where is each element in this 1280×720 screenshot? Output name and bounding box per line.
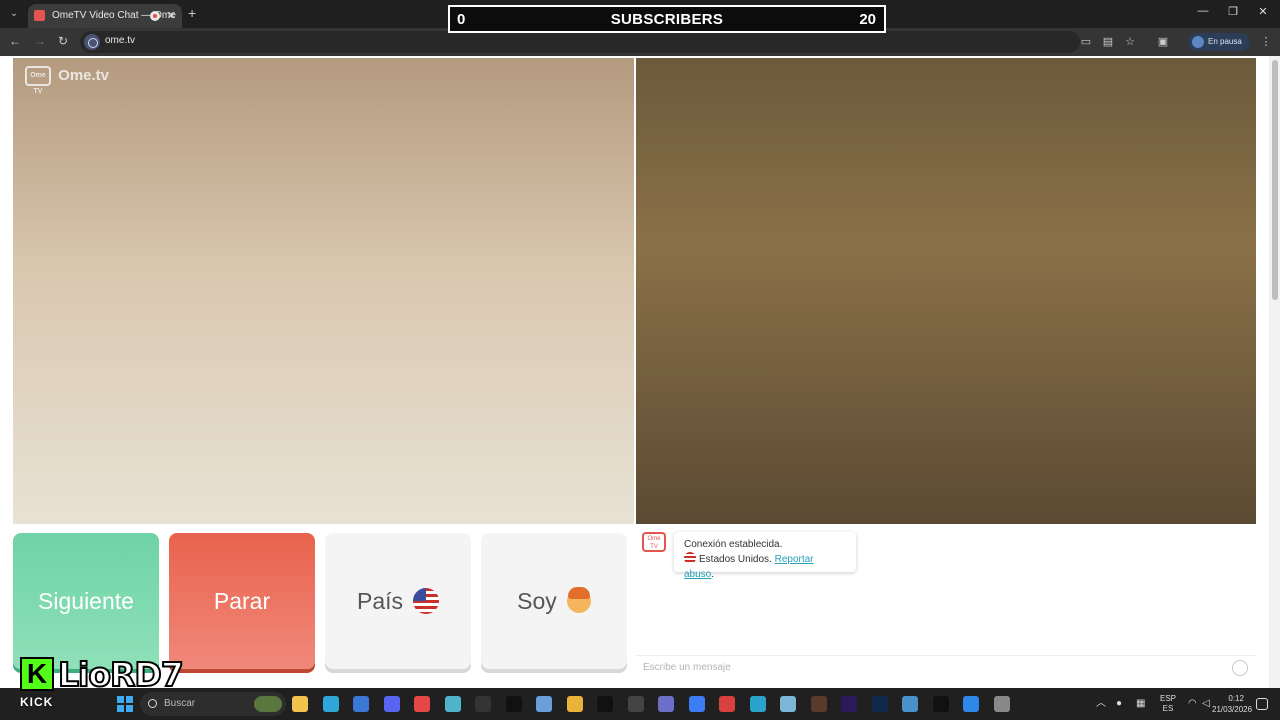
streamer-name: LioRD7	[57, 654, 185, 695]
url-text: ome.tv	[105, 35, 136, 46]
gender-select-button[interactable]: Soy	[481, 533, 627, 669]
app-dots-icon[interactable]	[627, 696, 644, 712]
reload-icon[interactable]: ↻	[58, 34, 68, 48]
epic-icon[interactable]	[475, 696, 491, 712]
us-flag-icon	[413, 588, 440, 614]
ometv-chat-avatar-icon: Ome TV	[642, 532, 666, 552]
premiere-icon[interactable]	[841, 696, 857, 712]
microphone-icon[interactable]: ●	[1116, 699, 1122, 709]
lang-top: ESP	[1160, 694, 1177, 703]
app-circle-icon[interactable]	[963, 696, 979, 712]
restore-icon[interactable]: ❐	[1218, 5, 1248, 18]
next-button[interactable]: Siguiente	[13, 533, 159, 669]
boy-emoji-icon	[566, 587, 591, 613]
file-explorer-icon[interactable]	[292, 696, 308, 712]
url-input[interactable]: ome.tv	[80, 31, 1080, 53]
ometv-watermark: Ome TV Ome.tv	[25, 66, 110, 95]
new-tab-button[interactable]: +	[188, 5, 196, 21]
menu-kebab-icon[interactable]: ⋮	[1260, 36, 1272, 48]
extensions-icon[interactable]: ▣	[1157, 36, 1169, 48]
ometv-favicon-icon	[34, 10, 45, 21]
volume-icon[interactable]: ◁	[1202, 699, 1210, 709]
gender-button-label: Soy	[517, 587, 557, 614]
translate-icon[interactable]: ▤	[1102, 36, 1114, 48]
partner-country-line: Estados Unidos. Reportar abuso.	[684, 552, 846, 582]
country-button-label: País	[356, 587, 404, 614]
photos-icon[interactable]	[444, 696, 461, 712]
tab-ometv[interactable]: OmeTV Video Chat — Ome ✕	[28, 4, 182, 28]
capcut-icon[interactable]	[505, 696, 522, 712]
app-window-icon[interactable]	[536, 696, 552, 712]
game-icon[interactable]	[810, 696, 827, 712]
ometv-logo-text: Ome.tv	[58, 66, 110, 84]
tab-search-icon[interactable]: ⌄	[6, 6, 22, 22]
streamer-brand-overlay: K KICK LioRD7	[20, 654, 190, 715]
country-filter-button[interactable]: País	[325, 533, 471, 669]
notification-icon[interactable]	[1256, 698, 1268, 710]
app-icon[interactable]	[414, 696, 430, 712]
discord-icon[interactable]	[383, 696, 400, 712]
profile-status-label: En pausa	[1208, 37, 1242, 46]
windows-taskbar: Buscar ︿ ● ▦ ESP ES ◠ ◁ 0:12 21/03/2026	[0, 688, 1280, 720]
profile-avatar	[1192, 36, 1204, 48]
scrollbar-thumb[interactable]	[1272, 60, 1278, 300]
subscriber-goal-overlay: 0 SUBSCRIBERS 20	[448, 5, 886, 33]
cast-icon[interactable]: ▭	[1080, 36, 1092, 48]
app-red-icon[interactable]	[719, 696, 735, 712]
system-clock[interactable]: 0:12 21/03/2026	[1212, 693, 1253, 715]
app-blue-icon[interactable]	[688, 696, 705, 712]
partner-video: Ome TV Ome.tv	[13, 58, 634, 524]
ometv-logo-icon: Ome TV	[25, 66, 51, 95]
chrome-icon[interactable]	[566, 696, 583, 712]
keyboard-icon[interactable]: ▦	[1136, 699, 1145, 709]
site-info-icon[interactable]	[84, 34, 100, 50]
self-video	[636, 58, 1256, 524]
tiktok-icon[interactable]	[597, 696, 613, 712]
system-message: Conexión establecida. Estados Unidos. Re…	[674, 532, 856, 580]
kick-wordmark: KICK	[20, 695, 54, 709]
teams-icon[interactable]	[658, 696, 674, 712]
lang-bottom: ES	[1162, 704, 1174, 713]
input-language[interactable]: ESP ES	[1160, 694, 1176, 714]
capcut2-icon[interactable]	[932, 696, 949, 712]
back-icon[interactable]: ←	[9, 34, 21, 48]
edge-icon[interactable]	[322, 696, 339, 712]
notepad-icon[interactable]	[780, 696, 796, 712]
recycle-icon[interactable]	[993, 696, 1010, 712]
recording-icon	[150, 11, 160, 21]
wifi-icon[interactable]: ◠	[1188, 699, 1197, 709]
tray-overflow-icon[interactable]: ︿	[1096, 699, 1106, 709]
clock-date: 21/03/2026	[1212, 705, 1253, 714]
minimize-icon[interactable]: —	[1188, 5, 1218, 17]
message-input[interactable]: Escribe un mensaje	[636, 655, 1256, 679]
profile-paused-button[interactable]: En pausa	[1188, 33, 1250, 51]
subscriber-goal-count: 20	[859, 11, 876, 28]
kick-logo-icon: K	[20, 657, 54, 691]
window-close-icon[interactable]: ✕	[1248, 5, 1278, 18]
app-cyan-icon[interactable]	[749, 696, 766, 712]
store-icon[interactable]	[353, 696, 369, 712]
message-placeholder: Escribe un mensaje	[643, 662, 731, 673]
stop-button-label: Parar	[213, 587, 271, 614]
app-window2-icon[interactable]	[902, 696, 918, 712]
report-suffix: .	[711, 569, 715, 580]
tab-close-icon[interactable]: ✕	[167, 4, 176, 28]
forward-icon[interactable]: →	[34, 34, 46, 48]
subscriber-title: SUBSCRIBERS	[610, 11, 724, 28]
next-button-label: Siguiente	[38, 587, 134, 614]
connection-status-text: Conexión establecida.	[684, 539, 783, 550]
stop-button[interactable]: Parar	[169, 533, 315, 669]
photoshop-icon[interactable]	[871, 696, 888, 712]
us-flag-small-icon	[684, 552, 696, 564]
bookmark-star-icon[interactable]: ☆	[1124, 36, 1136, 48]
clock-time: 0:12	[1228, 694, 1244, 703]
partner-country-text: Estados Unidos.	[699, 554, 772, 565]
emoji-picker-icon[interactable]	[1232, 660, 1248, 676]
search-highlight-icon	[254, 696, 282, 712]
